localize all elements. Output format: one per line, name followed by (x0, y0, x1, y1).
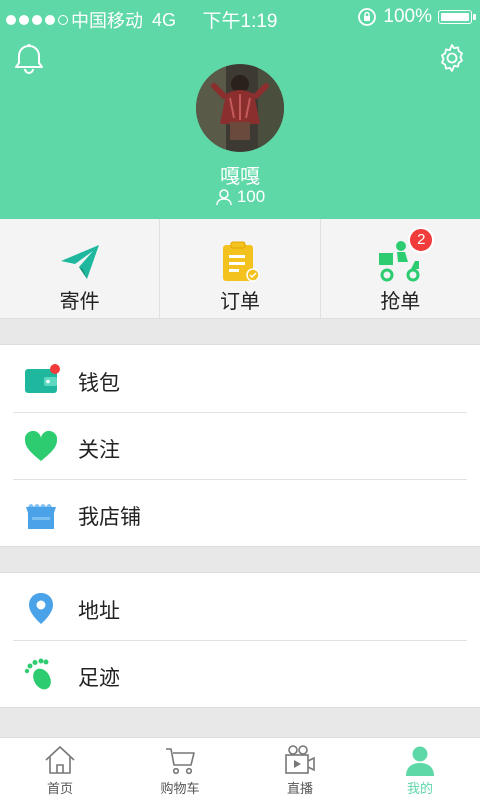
video-camera-icon (285, 745, 315, 774)
tab-live[interactable]: 直播 (240, 738, 360, 801)
menu-item-follow[interactable]: 关注 (0, 412, 480, 479)
quick-action-send[interactable]: 寄件 (0, 219, 161, 318)
quick-action-orders[interactable]: 2 订单 (160, 219, 435, 318)
quick-actions-bar: 寄件 2 订单 抢单 (0, 219, 480, 319)
profile-header: 中国移动 4G 下午1:19 100% 嘎嘎 100 (0, 0, 480, 219)
status-bar: 中国移动 4G 下午1:19 100% (0, 0, 480, 34)
menu-item-footprint[interactable]: 足迹 (0, 640, 480, 707)
avatar-photo (196, 64, 284, 152)
quick-action-label: 寄件 (59, 291, 100, 313)
menu-item-wallet[interactable]: 钱包 (0, 345, 480, 412)
bell-icon[interactable] (12, 42, 46, 76)
avatar[interactable] (196, 64, 284, 152)
menu-section-primary: 钱包 关注 2 我店铺 (0, 344, 480, 648)
username: 嘎嘎 (220, 166, 260, 188)
footprint-icon (24, 658, 51, 690)
quick-action-grab-order[interactable]: 抢单 (321, 219, 480, 318)
cart-icon (166, 748, 195, 775)
battery-icon (438, 10, 476, 24)
points-display: 100 (0, 187, 480, 207)
tab-label: 首页 (46, 781, 73, 796)
tab-me[interactable]: 我的 (360, 738, 480, 801)
shop-icon (26, 504, 56, 529)
tab-label: 我的 (406, 781, 433, 796)
battery-status: 100% (357, 6, 476, 28)
menu-section-secondary: 地址 足迹 (0, 572, 480, 708)
menu-item-label: 地址 (78, 600, 120, 623)
home-icon (45, 745, 75, 774)
battery-percent: 100% (383, 6, 432, 27)
location-pin-icon (29, 593, 53, 624)
menu-item-label: 我店铺 (78, 506, 141, 529)
menu-item-my-shop[interactable]: 2 我店铺 (0, 479, 480, 648)
user-icon (406, 746, 434, 776)
order-clipboard-icon (222, 241, 260, 282)
menu-item-label: 关注 (78, 439, 120, 462)
rotation-lock-icon (358, 8, 377, 26)
wallet-icon (25, 364, 60, 393)
points-value: 100 (236, 187, 266, 206)
menu-item-label: 足迹 (78, 667, 120, 690)
tab-cart[interactable]: 购物车 (120, 738, 240, 801)
tab-home[interactable]: 首页 (0, 738, 120, 801)
gear-icon[interactable] (436, 42, 468, 74)
user-outline-icon (216, 189, 232, 206)
heart-icon (24, 430, 58, 461)
tab-label: 直播 (286, 781, 313, 796)
menu-item-address[interactable]: 地址 (0, 573, 480, 640)
tab-label: 购物车 (160, 781, 200, 796)
menu-item-label: 钱包 (78, 372, 120, 395)
bottom-tab-bar: 首页 购物车 直播 我的 (0, 737, 480, 801)
paper-plane-icon (60, 245, 99, 279)
quick-action-label: 订单 (219, 291, 260, 313)
quick-action-label: 抢单 (380, 291, 421, 313)
delivery-scooter-icon (379, 241, 420, 282)
